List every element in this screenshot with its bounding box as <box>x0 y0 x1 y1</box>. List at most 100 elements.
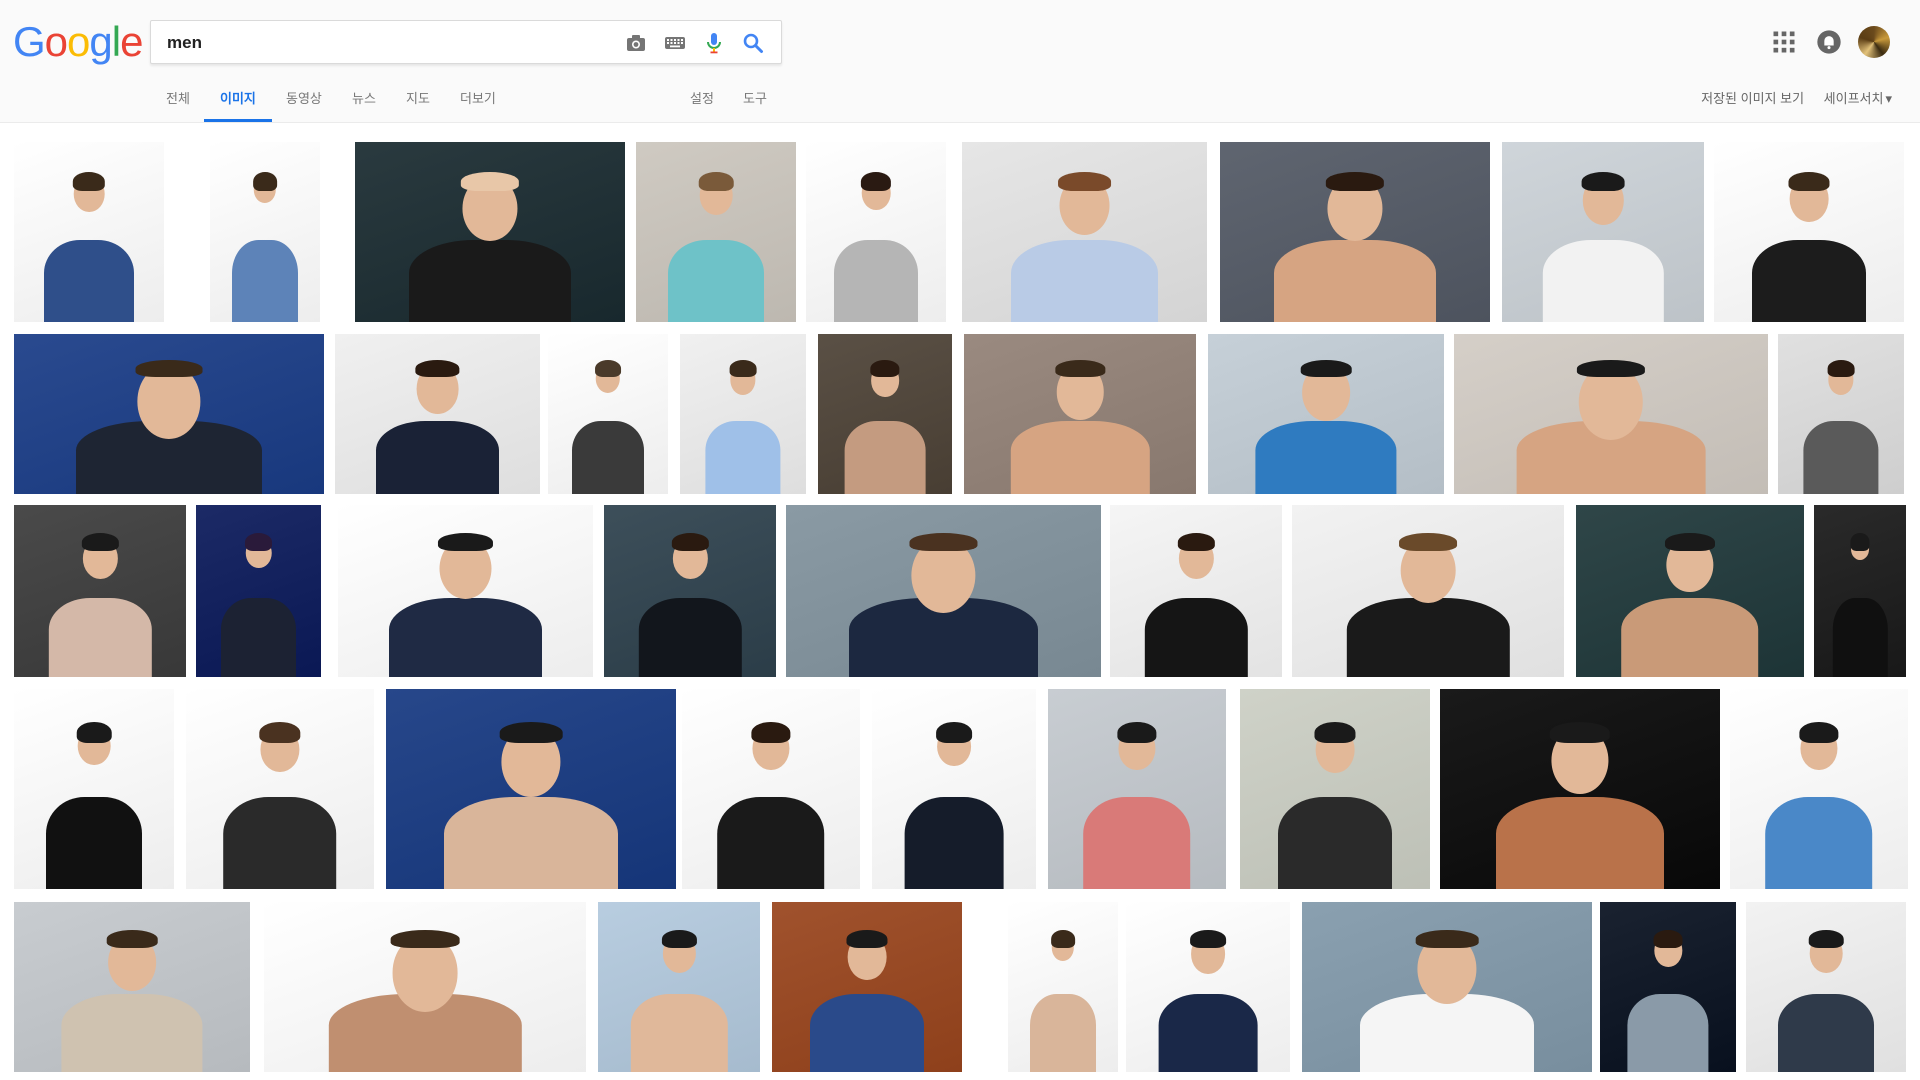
tab-settings[interactable]: 설정 <box>690 84 714 122</box>
image-result-thumbnail[interactable] <box>1714 142 1904 322</box>
image-result-thumbnail[interactable] <box>1126 902 1290 1072</box>
image-result-thumbnail[interactable] <box>386 689 676 889</box>
image-result-thumbnail[interactable] <box>1240 689 1430 889</box>
image-result-thumbnail[interactable] <box>1600 902 1736 1072</box>
image-result-thumbnail[interactable] <box>786 505 1101 677</box>
image-result-thumbnail[interactable] <box>210 142 320 322</box>
image-result-thumbnail[interactable] <box>1048 689 1226 889</box>
figure-torso <box>717 797 825 889</box>
image-result-thumbnail[interactable] <box>1008 902 1118 1072</box>
thumbnail-person-figure <box>409 164 571 322</box>
figure-hair <box>390 929 460 948</box>
account-avatar[interactable] <box>1858 26 1890 58</box>
image-result-thumbnail[interactable] <box>1292 505 1564 677</box>
thumbnail-person-figure <box>232 164 298 322</box>
keyboard-icon[interactable] <box>663 31 687 55</box>
notifications-icon[interactable] <box>1815 28 1843 56</box>
image-results-grid <box>0 122 1920 1080</box>
figure-torso <box>46 797 142 889</box>
figure-torso <box>668 239 764 322</box>
thumbnail-person-figure <box>61 922 203 1072</box>
image-result-thumbnail[interactable] <box>872 689 1036 889</box>
image-result-thumbnail[interactable] <box>14 505 186 677</box>
image-result-thumbnail[interactable] <box>186 689 374 889</box>
thumbnail-person-figure <box>638 526 742 677</box>
search-icon[interactable] <box>741 31 765 55</box>
figure-torso <box>705 420 781 494</box>
figure-torso <box>376 420 499 494</box>
image-result-thumbnail[interactable] <box>196 505 321 677</box>
apps-grid-icon[interactable] <box>1770 28 1798 56</box>
image-result-thumbnail[interactable] <box>355 142 625 322</box>
image-result-thumbnail[interactable] <box>14 334 324 494</box>
camera-icon[interactable] <box>624 31 648 55</box>
tab-images[interactable]: 이미지 <box>204 84 272 122</box>
figure-hair <box>1827 360 1855 378</box>
figure-hair <box>135 360 203 378</box>
figure-hair <box>1581 171 1625 191</box>
image-result-thumbnail[interactable] <box>264 902 586 1072</box>
image-result-thumbnail[interactable] <box>680 334 806 494</box>
image-result-thumbnail[interactable] <box>548 334 668 494</box>
figure-torso <box>630 994 728 1072</box>
tab-more[interactable]: 더보기 <box>460 84 496 122</box>
figure-hair <box>1415 929 1479 948</box>
image-result-thumbnail[interactable] <box>604 505 776 677</box>
thumbnail-person-figure <box>1083 713 1191 889</box>
microphone-icon[interactable] <box>702 31 726 55</box>
figure-hair <box>106 929 158 948</box>
tab-all[interactable]: 전체 <box>166 84 190 122</box>
thumbnail-person-figure <box>376 353 499 494</box>
figure-torso <box>572 420 644 494</box>
figure-hair <box>1653 929 1683 948</box>
image-result-thumbnail[interactable] <box>1502 142 1704 322</box>
thumbnail-person-figure <box>1360 922 1534 1072</box>
image-result-thumbnail[interactable] <box>818 334 952 494</box>
figure-torso <box>1832 598 1888 677</box>
image-result-thumbnail[interactable] <box>962 142 1207 322</box>
image-result-thumbnail[interactable] <box>1220 142 1490 322</box>
thumbnail-person-figure <box>834 164 918 322</box>
image-result-thumbnail[interactable] <box>1208 334 1444 494</box>
image-result-thumbnail[interactable] <box>636 142 796 322</box>
image-result-thumbnail[interactable] <box>14 689 174 889</box>
search-input[interactable] <box>165 21 609 65</box>
image-result-thumbnail[interactable] <box>1454 334 1768 494</box>
image-result-thumbnail[interactable] <box>1746 902 1906 1072</box>
image-result-thumbnail[interactable] <box>14 902 250 1072</box>
figure-torso <box>1627 994 1709 1072</box>
image-result-thumbnail[interactable] <box>1778 334 1904 494</box>
thumbnail-person-figure <box>1496 713 1664 889</box>
tab-videos[interactable]: 동영상 <box>286 84 322 122</box>
image-result-thumbnail[interactable] <box>806 142 946 322</box>
tab-tools[interactable]: 도구 <box>743 84 767 122</box>
image-result-thumbnail[interactable] <box>772 902 962 1072</box>
figure-torso <box>1255 420 1397 494</box>
safesearch-menu[interactable]: 세이프서치 ▾ <box>1824 91 1892 106</box>
figure-torso <box>1542 239 1664 322</box>
figure-torso <box>1083 797 1191 889</box>
saved-images-link[interactable]: 저장된 이미지 보기 <box>1701 91 1804 106</box>
image-result-thumbnail[interactable] <box>14 142 164 322</box>
figure-torso <box>1803 420 1879 494</box>
image-result-thumbnail[interactable] <box>1576 505 1804 677</box>
search-box <box>150 20 782 65</box>
image-result-thumbnail[interactable] <box>1814 505 1906 677</box>
image-result-thumbnail[interactable] <box>1440 689 1720 889</box>
image-result-thumbnail[interactable] <box>338 505 593 677</box>
image-result-thumbnail[interactable] <box>1302 902 1592 1072</box>
tab-news[interactable]: 뉴스 <box>352 84 376 122</box>
image-result-thumbnail[interactable] <box>682 689 860 889</box>
image-result-thumbnail[interactable] <box>1110 505 1282 677</box>
figure-hair <box>846 929 888 948</box>
image-result-thumbnail[interactable] <box>335 334 540 494</box>
image-result-thumbnail[interactable] <box>964 334 1196 494</box>
tab-maps[interactable]: 지도 <box>406 84 430 122</box>
figure-hair <box>1577 360 1645 378</box>
figure-torso <box>1346 598 1510 677</box>
thumbnail-person-figure <box>1765 713 1873 889</box>
google-logo[interactable]: Google <box>13 16 143 68</box>
image-result-thumbnail[interactable] <box>1730 689 1908 889</box>
image-result-thumbnail[interactable] <box>598 902 760 1072</box>
figure-hair <box>1325 171 1385 191</box>
